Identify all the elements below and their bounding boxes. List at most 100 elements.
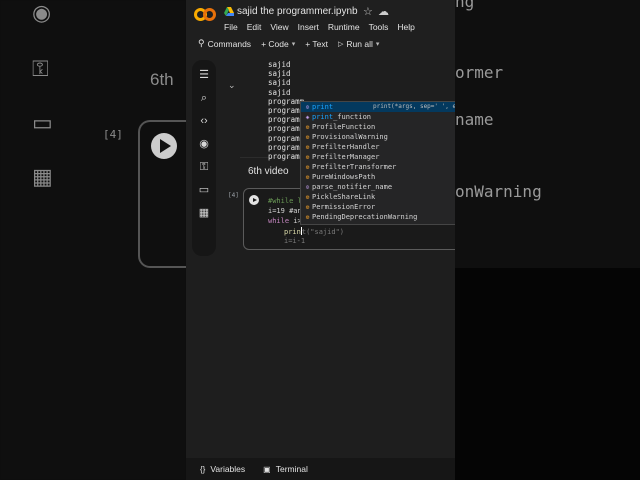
find-icon[interactable]: ⌕ <box>197 91 211 105</box>
autocomplete-item-label: print <box>312 103 334 111</box>
chevron-down-icon: ▾ <box>291 40 296 48</box>
autocomplete-item-label: PrefilterManager <box>312 153 380 161</box>
code-typed: prin <box>284 228 301 236</box>
search-icon: ⚲ <box>198 38 205 48</box>
output-line: programm <box>268 133 305 143</box>
menu-edit[interactable]: Edit <box>247 22 262 32</box>
output-line: sajid <box>268 78 291 88</box>
output-line: programm <box>268 152 305 162</box>
top-bar: sajid the programmer.ipynb ☆ ☁ File Edit… <box>186 0 455 60</box>
menu-tools[interactable]: Tools <box>369 22 389 32</box>
autocomplete-item[interactable]: ⚙ PermissionError <box>301 202 455 212</box>
add-text-button[interactable]: + Text <box>305 39 328 49</box>
add-text-label: + Text <box>305 38 328 49</box>
output-line: sajid <box>268 69 291 79</box>
code-comment: #while l <box>268 197 302 205</box>
run-cell-button[interactable] <box>249 195 259 205</box>
colab-logo-icon[interactable] <box>194 8 216 22</box>
menu-insert[interactable]: Insert <box>298 22 319 32</box>
output-line: programm <box>268 124 305 134</box>
autocomplete-item[interactable]: ⚙ ProfileFunction <box>301 122 455 132</box>
code-line[interactable]: i=19 #an <box>268 207 302 215</box>
commands-button[interactable]: ⚲ Commands <box>198 38 251 49</box>
background-code-line: name <box>455 110 494 129</box>
files-folder-icon[interactable]: ▭ <box>197 183 211 197</box>
autocomplete-item-label: PermissionError <box>312 203 376 211</box>
cloud-icon[interactable]: ☁ <box>378 5 389 18</box>
code-keyword: while <box>268 217 290 225</box>
autocomplete-item[interactable]: ⚙ PrefilterManager <box>301 152 455 162</box>
variables-eye-icon[interactable]: ◉ <box>197 137 211 151</box>
output-line: programm <box>268 115 305 125</box>
chevron-down-icon[interactable]: ▾ <box>376 40 380 48</box>
menu-runtime[interactable]: Runtime <box>328 22 360 32</box>
run-all-label: Run all <box>346 38 373 49</box>
table-of-contents-icon[interactable]: ☰ <box>197 68 211 82</box>
autocomplete-item-label: PendingDeprecationWarning <box>312 213 418 221</box>
autocomplete-item[interactable]: ◈ print_function <box>301 112 455 122</box>
eye-icon: ◉ <box>32 0 52 25</box>
menu-file[interactable]: File <box>224 22 238 32</box>
autocomplete-item-signature: print(*args, sep=' ', e <box>373 103 455 110</box>
class-icon: ⚙ <box>305 214 310 221</box>
table-icon: ▦ <box>32 164 53 189</box>
add-code-button[interactable]: + Code ▾ <box>261 39 295 49</box>
autocomplete-item[interactable]: ⊙ parse_notifier_name <box>301 182 455 192</box>
code-line[interactable]: #while l <box>268 197 302 205</box>
play-icon: ▷ <box>338 40 344 48</box>
code-line[interactable]: while i> <box>268 217 302 225</box>
run-all-button[interactable]: ▷ Run all ▾ <box>338 39 379 49</box>
markdown-cell-text[interactable]: 6th video <box>248 166 289 177</box>
background-code-line: onWarning <box>455 182 542 201</box>
autocomplete-item[interactable]: ⚙ PendingDeprecationWarning <box>301 212 455 222</box>
autocomplete-item[interactable]: ⚙ PickleShareLink <box>301 192 455 202</box>
secrets-key-icon[interactable]: ⚿ <box>197 160 211 174</box>
data-table-icon[interactable]: ▦ <box>197 206 211 220</box>
background-code-line: ng <box>455 0 475 11</box>
colab-notebook-view: sajid the programmer.ipynb ☆ ☁ File Edit… <box>186 0 455 480</box>
autocomplete-item-label: PrefilterHandler <box>312 143 380 151</box>
drive-icon <box>224 7 234 16</box>
cell-output: sajid sajid sajid sajid programm program… <box>268 60 304 161</box>
variables-button[interactable]: {} Variables <box>200 464 245 474</box>
output-line: sajid <box>268 60 291 69</box>
autocomplete-item-label: ProvisionalWarning <box>312 133 388 141</box>
autocomplete-item-label: print_function <box>312 113 372 121</box>
collapse-output-icon[interactable]: ⌄ <box>228 80 236 91</box>
background-shade <box>455 268 640 480</box>
code-ghost-suggestion: t("sajid") <box>301 228 345 236</box>
autocomplete-item[interactable]: ⚙ PureWindowsPath <box>301 172 455 182</box>
autocomplete-item[interactable]: ⚙ ProvisionalWarning <box>301 132 455 142</box>
terminal-button[interactable]: ▣ Terminal <box>263 464 308 474</box>
background-play-icon <box>151 133 177 159</box>
menu-view[interactable]: View <box>270 22 288 32</box>
bottom-bar: {} Variables ▣ Terminal <box>186 458 455 480</box>
notebook-title[interactable]: sajid the programmer.ipynb <box>237 6 358 17</box>
star-icon[interactable]: ☆ <box>363 5 373 18</box>
autocomplete-item[interactable]: ⚙ PrefilterTransformer <box>301 162 455 172</box>
autocomplete-item-label: ProfileFunction <box>312 123 376 131</box>
code-text: i=19 #an <box>268 207 302 215</box>
cell-execution-count: [4] <box>228 192 239 199</box>
toolbar: ⚲ Commands + Code ▾ + Text ▷ Run all ▾ <box>198 38 379 49</box>
variables-label: Variables <box>210 464 246 474</box>
background-code-line: ormer <box>455 63 504 82</box>
background-right-panel: ng ormer name onWarning <box>455 0 640 480</box>
output-line: programm <box>268 142 305 152</box>
code-line[interactable]: i=i-1 <box>284 237 305 245</box>
code-line[interactable]: print("sajid") <box>284 227 344 236</box>
braces-icon: {} <box>200 464 206 474</box>
background-left-panel: ◉ ⚿ ▭ ▦ 6th [4] <box>0 0 186 480</box>
commands-label: Commands <box>207 38 252 49</box>
code-snippets-icon[interactable]: ‹› <box>197 114 211 128</box>
autocomplete-item[interactable]: ⊙ print print(*args, sep=' ', e <box>301 102 455 112</box>
code-ghost-suggestion: i=i-1 <box>284 237 306 245</box>
left-sidebar: ☰ ⌕ ‹› ◉ ⚿ ▭ ▦ <box>192 60 216 256</box>
menu-help[interactable]: Help <box>397 22 414 32</box>
key-icon: ⚿ <box>32 56 49 81</box>
folder-icon: ▭ <box>32 110 53 135</box>
output-line: programm <box>268 106 305 116</box>
menu-bar: File Edit View Insert Runtime Tools Help <box>224 22 415 32</box>
background-cell-number: [4] <box>103 128 123 141</box>
autocomplete-item[interactable]: ⚙ PrefilterHandler <box>301 142 455 152</box>
